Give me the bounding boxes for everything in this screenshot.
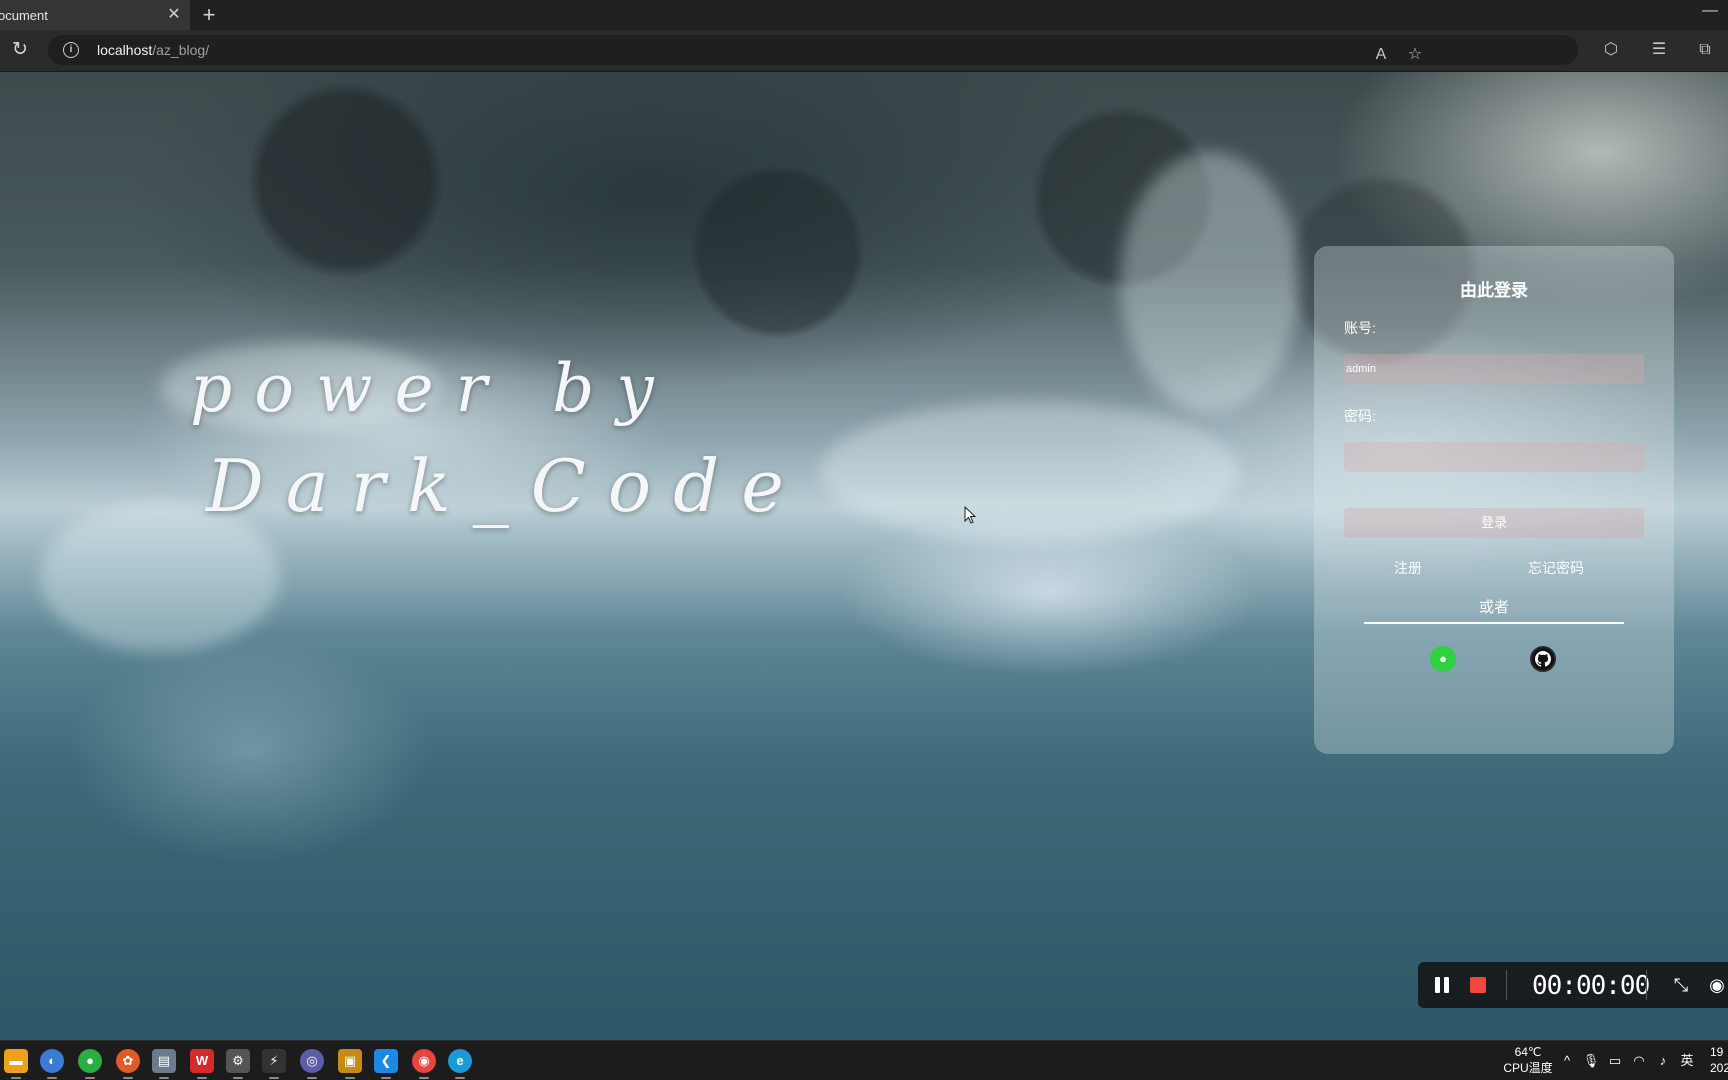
mouse-cursor-icon — [964, 506, 976, 524]
password-label: 密码: — [1344, 408, 1376, 424]
app-icon[interactable]: ▤ — [152, 1049, 176, 1079]
app-icon[interactable]: ✿ — [116, 1049, 140, 1079]
login-title: 由此登录 — [1460, 281, 1528, 300]
volume-icon[interactable]: ♪ — [1654, 1052, 1672, 1070]
chrome-icon[interactable]: ◉ — [412, 1049, 436, 1079]
microphone-icon[interactable]: 🎙 — [1582, 1052, 1600, 1070]
settings-gear-icon[interactable]: ⚙ — [226, 1049, 250, 1079]
plus-icon[interactable]: + — [198, 4, 220, 26]
stop-icon[interactable] — [1470, 977, 1486, 993]
minimize-button[interactable]: — — [1702, 2, 1718, 20]
page-viewport: power by Dark_Code 由此登录 账号: 密码: 登录 注册 忘记… — [0, 72, 1728, 1040]
close-icon[interactable]: ✕ — [166, 6, 182, 24]
address-bar[interactable]: i localhost/az_blog/ A ☆ — [48, 35, 1578, 65]
collapse-icon[interactable]: ⤡ — [1670, 974, 1692, 996]
wechat-icon[interactable]: ● — [1430, 646, 1456, 672]
reload-icon[interactable]: ↻ — [8, 38, 32, 62]
background-foam — [820, 402, 1240, 542]
app-icon[interactable]: ⚡ — [262, 1049, 286, 1079]
register-link[interactable]: 注册 — [1394, 558, 1422, 578]
wifi-icon[interactable]: ◠ — [1630, 1052, 1648, 1070]
ime-indicator[interactable]: 英 — [1678, 1052, 1696, 1070]
forgot-password-link[interactable]: 忘记密码 — [1528, 558, 1584, 578]
hero-line-1: power by — [190, 350, 676, 427]
browser-tab[interactable]: ocument ✕ — [0, 0, 190, 30]
app-icon[interactable]: ◐ — [40, 1049, 64, 1079]
login-panel: 由此登录 账号: 密码: 登录 注册 忘记密码 或者 ● — [1314, 246, 1674, 754]
github-logo — [1535, 651, 1551, 667]
recording-timer: 00:00:00 — [1532, 971, 1650, 1001]
pause-icon[interactable] — [1434, 975, 1450, 995]
account-label: 账号: — [1344, 320, 1376, 336]
url-path: /az_blog/ — [152, 42, 210, 58]
read-aloud-icon[interactable]: A — [1370, 44, 1392, 66]
battery-icon[interactable]: ▭ — [1606, 1052, 1624, 1070]
app-icon[interactable]: ◎ — [300, 1049, 324, 1079]
chevron-up-icon[interactable]: ^ — [1558, 1052, 1576, 1070]
url-host: localhost — [97, 42, 153, 58]
edge-icon[interactable]: e — [448, 1049, 472, 1079]
camera-icon[interactable]: ◉ — [1706, 974, 1728, 996]
or-label: 或者 — [1478, 599, 1509, 616]
recorder-separator — [1646, 970, 1647, 1000]
app-icon[interactable]: ▣ — [338, 1049, 362, 1079]
taskbar: ▬ ◐ ● ✿ ▤ W ⚙ ⚡ ◎ ▣ ❮ ◉ e 64℃ CPU温度 ^ 🎙 … — [0, 1040, 1728, 1080]
browser-tab-strip: ocument ✕ + — — [0, 0, 1728, 30]
temperature-label: CPU温度 — [1503, 1061, 1553, 1075]
screen-recorder-bar: 00:00:00 ⤡ ◉ — [1418, 962, 1728, 1008]
wechat-taskbar-icon[interactable]: ● — [78, 1049, 102, 1079]
temperature-value: 64℃ — [1514, 1045, 1542, 1059]
url-text: localhost/az_blog/ — [97, 42, 209, 58]
tab-title: ocument — [0, 7, 48, 23]
file-explorer-icon[interactable]: ▬ — [4, 1049, 28, 1079]
hero-line-2: Dark_Code — [206, 444, 806, 528]
recorder-separator — [1506, 970, 1507, 1000]
cpu-temperature-widget[interactable]: 64℃ CPU温度 — [1500, 1044, 1556, 1076]
favorite-add-icon[interactable]: ☆ — [1404, 44, 1426, 66]
wps-icon[interactable]: W — [190, 1049, 214, 1079]
login-button[interactable]: 登录 — [1344, 508, 1644, 538]
browser-toolbar: ↻ i localhost/az_blog/ A ☆ ⬡ ☰ ⧉ — [0, 30, 1728, 72]
clock-time: 19 — [1710, 1045, 1724, 1059]
account-input[interactable] — [1344, 354, 1644, 384]
collections-icon[interactable]: ⧉ — [1694, 39, 1716, 61]
vscode-icon[interactable]: ❮ — [374, 1049, 398, 1079]
divider — [1364, 622, 1624, 624]
clock-date: 202 — [1710, 1061, 1728, 1075]
github-icon[interactable] — [1530, 646, 1556, 672]
background-foam — [1120, 152, 1300, 412]
clock[interactable]: 19 202 — [1710, 1044, 1728, 1076]
extensions-icon[interactable]: ⬡ — [1600, 39, 1622, 61]
favorites-icon[interactable]: ☰ — [1648, 39, 1670, 61]
password-input[interactable] — [1344, 442, 1644, 472]
info-icon[interactable]: i — [63, 42, 79, 58]
